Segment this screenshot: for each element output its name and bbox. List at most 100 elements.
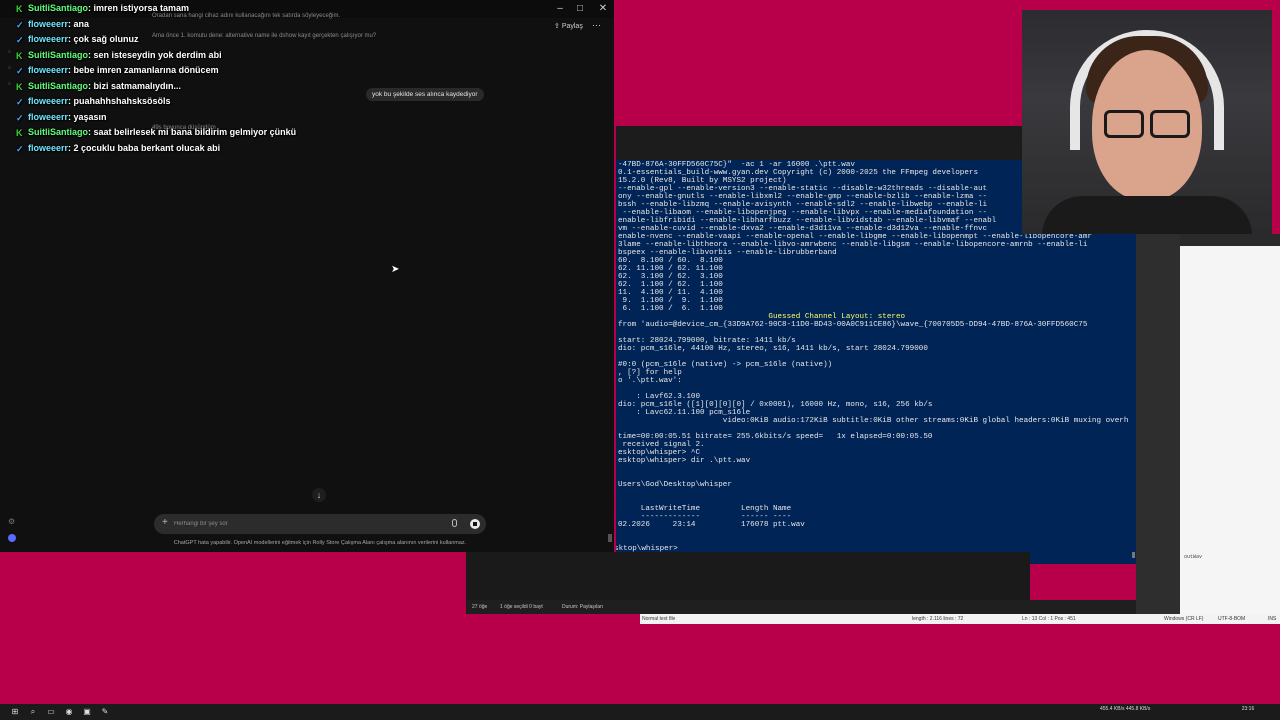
terminal-line: start: 28024.799000, bitrate: 1411 kb/s [618,337,796,345]
kick-badge-icon: K [16,4,23,14]
terminal-line: Guessed Channel Layout: stereo [618,313,906,321]
length-info: length : 2.116 lines : 72 [912,616,964,622]
terminal-line: : Lavc62.11.100 pcm_s16le [618,409,751,417]
scroll-down-button[interactable]: ↓ [312,488,326,502]
disclaimer: ChatGPT hata yapabilir. OpenAI modelleri… [173,540,467,546]
profile-icon[interactable]: ⚙ [8,518,16,526]
scrollbar[interactable] [1132,552,1135,558]
terminal-line: enable-nvenc --enable-vaapi --enable-ope… [618,233,1092,241]
terminal-line: 62. 11.100 / 62. 11.100 [618,265,723,273]
shirt [1042,196,1252,234]
taskbar: ⊞ ⌕ ▭ ◉ ▣ ✎ 455.4 KB/s 445.8 KB/s 23:16 [0,704,1280,720]
terminal-line: ------------- ------ ---- [618,513,792,521]
file-explorer-icon[interactable]: ▭ [46,707,56,717]
verified-badge-icon: ✓ [16,19,24,30]
terminal-line: esktop\whisper> dir .\ptt.wav [618,457,751,465]
terminal-line: Users\God\Desktop\whisper [618,481,732,489]
chat-message-text: puahahhshahsksösöls [73,96,171,106]
verified-badge-icon: ✓ [16,66,24,76]
search-icon[interactable]: ⌕ [28,707,38,717]
mouse-cursor-icon: ➤ [391,264,400,275]
chat-message-text: saat belirlesek mi bana bildirim gelmiyo… [93,127,297,137]
chat-message: ✓ floweeerr: 2 çocuklu baba berkant oluca… [16,142,221,154]
stop-button[interactable] [470,519,480,529]
chat-message-text: imren istiyorsa tamam [93,3,190,13]
terminal-line: received signal 2. [618,441,705,449]
app-icon[interactable]: ◉ [64,707,74,717]
prompt-input[interactable] [174,518,434,530]
terminal-icon[interactable]: ▣ [82,707,92,717]
terminal-line: 3lame --enable-libtheora --enable-libvo-… [618,241,1088,249]
stream-chat-overlay: K SuitliSantiago: imren istiyorsa tamam ✓ f… [0,0,600,160]
terminal-line: #0:0 (pcm_s16le (native) -> pcm_s16le (n… [618,361,833,369]
chat-message-text: yaşasın [73,111,107,122]
terminal-line: dio: pcm_s16le ([1][0][0][0] / 0x0001), … [618,401,933,409]
avatar[interactable] [8,534,16,542]
explorer-status-bar: 27 öğe 1 öğe seçildi 0 bayt Durum: Payla… [466,600,1186,614]
terminal-line: , [?] for help [618,369,682,377]
clock[interactable]: 23:16 [1242,706,1255,712]
plus-icon[interactable]: + [162,517,168,528]
microphone-icon[interactable] [452,519,457,527]
webcam-feed [1022,10,1272,234]
network-upload: 455.4 KB/s [1100,706,1125,712]
terminal-line: from 'audio=@device_cm_{33D9A762-90C8-11… [618,321,1088,329]
chat-message: K SuitliSantiago: sen isteseydin yok derd… [16,49,222,61]
terminal-line: 9. 1.100 / 9. 1.100 [618,297,723,305]
chat-message: ✓ floweeerr: çok sağ olunuz [16,34,139,45]
terminal-line: bssh --enable-libzmq --enable-avisynth -… [618,201,988,209]
item-count: 27 öğe [472,604,488,610]
terminal-line: 15.2.0 (Rev8, Built by MSYS2 project) [618,177,787,185]
kick-badge-icon: K [16,81,23,92]
verified-badge-icon: ✓ [16,143,24,154]
chat-message: K SuitliSantiago: saat belirlesek mi bana… [16,127,297,138]
chat-username: floweeerr [28,111,69,122]
terminal-line: --enable-gpl --enable-version3 --enable-… [618,185,988,193]
terminal-line: : Lavf62.3.100 [618,393,701,401]
terminal-line: 62. 3.100 / 62. 3.100 [618,273,723,281]
terminal-line: LastWriteTime Length Name [618,505,792,513]
terminal-line: enable-libfribidi --enable-libharfbuzz -… [618,217,997,225]
chat-message: ✓ floweeerr: bebe imren zamanlarına dönüc… [16,65,219,76]
chat-username: floweeerr [28,18,69,29]
insert-mode: INS [1268,616,1277,622]
message-composer: + [154,514,486,534]
encoding: UTF-8-BOM [1218,616,1246,622]
chat-message-text: çok sağ olunuz [73,34,139,44]
chat-message: K SuitliSantiago: bizi satmamalıydın... [16,80,182,92]
terminal-line: o '.\ptt.wav': [618,377,682,385]
chat-username: SuitliSantiago [28,127,89,137]
terminal-line: 02.2026 23:14 176078 ptt.wav [618,521,805,529]
terminal-line: time=00:00:05.51 bitrate= 255.6kbits/s s… [618,433,933,441]
app-icon[interactable]: ✎ [100,707,110,717]
terminal-line: esktop\whisper> ^C [618,449,701,457]
editor-text: outWav [1184,554,1203,560]
selection-info: 1 öğe seçildi 0 bayt [500,604,543,610]
terminal-line: ony --enable-gnutls --enable-libxml2 --e… [618,193,988,201]
glasses-lens [1150,110,1190,138]
terminal-line: dio: pcm_s16le, 44100 Hz, stereo, s16, 1… [618,345,928,353]
terminal-line: bspeex --enable-libvorbis --enable-libru… [618,249,837,257]
verified-badge-icon: ✓ [16,35,24,45]
terminal-line: --enable-libaom --enable-libopenjpeg --e… [618,209,988,217]
chat-message: ✓ floweeerr: yaşasın [16,111,107,123]
chat-message-text: bizi satmamalıydın... [93,80,182,91]
terminal-line: 62. 1.100 / 62. 1.100 [618,281,723,289]
chat-username: floweeerr [28,34,69,44]
system-tray: 455.4 KB/s 445.8 KB/s 23:16 [1100,706,1254,712]
terminal-line: 11. 4.100 / 11. 4.100 [618,289,723,297]
windows-start-icon[interactable]: ⊞ [10,707,20,717]
chat-message: ✓ floweeerr: ana [16,18,90,30]
chat-username: SuitliSantiago [28,3,89,13]
chat-message-text: bebe imren zamanlarına dönücem [73,65,219,75]
terminal-line: 0.1-essentials_build-www.gyan.dev Copyri… [618,169,979,177]
scrollbar[interactable] [608,534,612,542]
chat-message-text: sen isteseydin yok derdim abi [93,49,222,60]
notepad-editor[interactable]: outWav [1180,246,1280,614]
terminal-tab-strip[interactable] [616,140,1022,150]
kick-badge-icon: K [16,128,23,138]
chat-username: floweeerr [28,142,69,153]
chat-message-text: 2 çocuklu baba berkant olucak abi [73,142,221,153]
kick-badge-icon: K [16,50,23,61]
chat-message: ✓ floweeerr: puahahhshahsksösöls [16,96,171,107]
